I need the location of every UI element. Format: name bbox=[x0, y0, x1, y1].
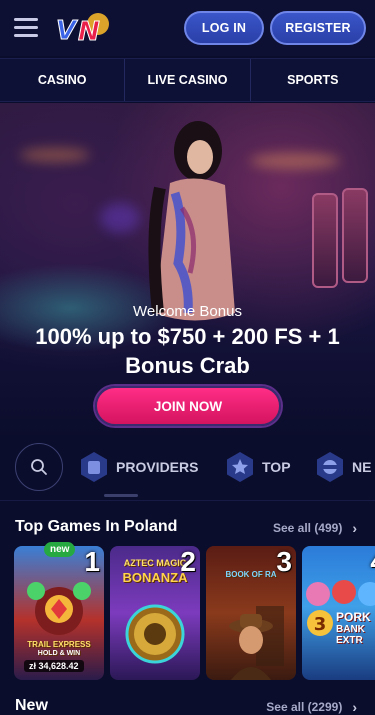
svg-text:N: N bbox=[78, 17, 100, 46]
filter-top-label: TOP bbox=[262, 459, 291, 475]
filter-new-label: NE bbox=[352, 459, 372, 475]
game-card-trail-express[interactable]: TRAIL EXPRESS HOLD & WIN zł 34,628.42 1 bbox=[14, 546, 104, 680]
login-button[interactable]: LOG IN bbox=[184, 11, 264, 45]
game-card-pork-bank[interactable]: 3 PORK BANK EXTR 4 bbox=[302, 546, 375, 680]
chevron-right-icon: › bbox=[352, 699, 357, 715]
game-card-aztec-magic-bonanza[interactable]: AZTEC MAGIC BONANZA 2 bbox=[110, 546, 200, 680]
rank-number: 3 bbox=[276, 546, 292, 577]
category-nav: CASINO LIVE CASINO SPORTS bbox=[0, 58, 375, 102]
filter-providers[interactable]: PROVIDERS bbox=[78, 451, 198, 483]
filter-new[interactable]: NE bbox=[314, 451, 371, 483]
menu-icon[interactable] bbox=[14, 18, 38, 38]
new-games-see-all[interactable]: See all (2299) › bbox=[266, 699, 357, 715]
jackpot-amount: zł 34,628.42 bbox=[24, 660, 84, 672]
chevron-right-icon: › bbox=[352, 520, 357, 536]
hero-title: 100% up to $750 + 200 FS + 1 Bonus Crab bbox=[35, 324, 340, 378]
hero-banner: Welcome Bonus 100% up to $750 + 200 FS +… bbox=[0, 103, 375, 440]
card-game-name: TRAIL EXPRESS bbox=[27, 640, 91, 649]
filter-providers-label: PROVIDERS bbox=[116, 459, 199, 475]
top-games-see-all[interactable]: See all (499) › bbox=[273, 520, 357, 536]
search-button[interactable] bbox=[15, 443, 63, 491]
game-card-book-of-ra[interactable]: BOOK OF RA 3 bbox=[206, 546, 296, 680]
explorer-illustration bbox=[229, 606, 284, 680]
section-divider bbox=[0, 500, 375, 501]
filter-top[interactable]: TOP bbox=[224, 451, 291, 483]
slot-machine bbox=[312, 193, 338, 288]
hero-subtitle: Welcome Bonus bbox=[133, 303, 242, 320]
nav-live-casino[interactable]: LIVE CASINO bbox=[125, 59, 251, 101]
nav-casino[interactable]: CASINO bbox=[0, 59, 126, 101]
aztec-coin-illustration bbox=[125, 604, 185, 664]
join-now-button[interactable]: JOIN NOW bbox=[95, 386, 281, 426]
search-icon bbox=[31, 459, 47, 475]
ceiling-light bbox=[20, 148, 90, 162]
ceiling-light bbox=[250, 153, 340, 169]
new-games-title: New bbox=[15, 697, 48, 714]
slot-machine bbox=[342, 188, 368, 283]
card-game-name: PORK bbox=[336, 610, 371, 624]
register-button[interactable]: REGISTER bbox=[270, 11, 366, 45]
new-icon bbox=[317, 452, 343, 482]
new-badge: new bbox=[44, 542, 76, 557]
rank-number: 1 bbox=[84, 546, 100, 577]
rank-number: 2 bbox=[180, 546, 196, 577]
rank-shield-icon: 3 bbox=[307, 610, 333, 636]
train-illustration bbox=[27, 582, 91, 635]
card-game-sublabel: BANK EXTR bbox=[336, 624, 365, 646]
see-all-label: See all (2299) bbox=[266, 700, 343, 714]
top-games-title: Top Games In Poland bbox=[15, 518, 178, 535]
filter-scroll-indicator bbox=[104, 494, 138, 497]
card-game-sublabel: HOLD & WIN bbox=[37, 650, 81, 657]
svg-text:3: 3 bbox=[314, 614, 327, 635]
providers-icon bbox=[81, 452, 107, 482]
svg-text:V: V bbox=[56, 16, 78, 46]
see-all-label: See all (499) bbox=[272, 521, 343, 535]
brand-logo[interactable]: V N bbox=[54, 10, 114, 46]
nav-sports[interactable]: SPORTS bbox=[251, 59, 375, 101]
rank-number: 4 bbox=[370, 546, 375, 578]
top-header: V N LOG IN REGISTER bbox=[0, 0, 375, 56]
top-star-icon bbox=[227, 452, 253, 482]
